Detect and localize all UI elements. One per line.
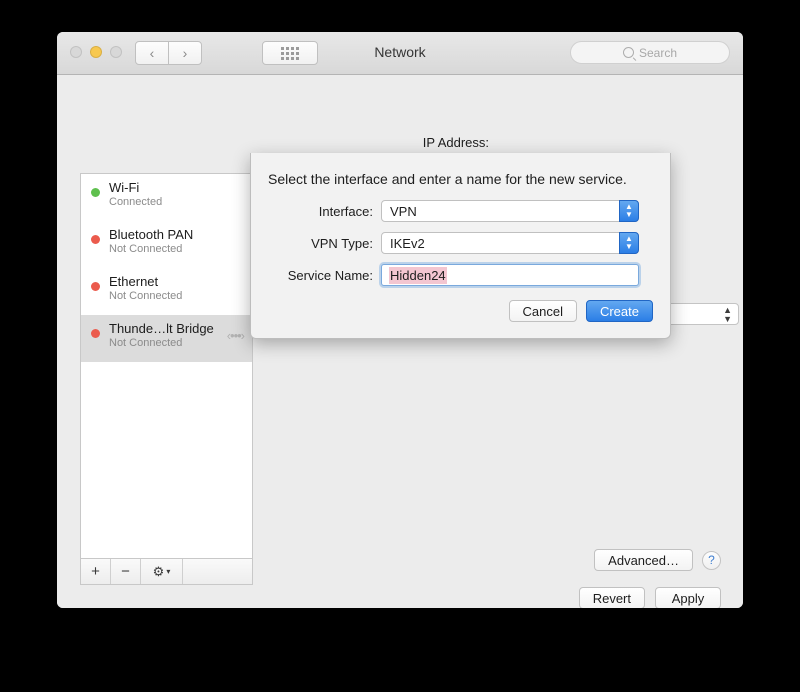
advanced-button[interactable]: Advanced… [594, 549, 693, 571]
status-dot-icon [91, 188, 100, 197]
advanced-row: Advanced… ? [594, 549, 721, 571]
interface-popup-button[interactable]: VPN ▲ ▼ [381, 200, 639, 222]
cancel-button[interactable]: Cancel [509, 300, 577, 322]
add-service-button[interactable]: + [81, 559, 111, 584]
new-service-sheet: Select the interface and enter a name fo… [250, 153, 671, 339]
service-status: Connected [109, 196, 244, 208]
service-status: Not Connected [109, 290, 244, 302]
remove-service-button[interactable]: − [111, 559, 141, 584]
service-action-menu-button[interactable]: ⚙ ▾ [141, 559, 183, 584]
service-status: Not Connected [109, 243, 244, 255]
list-item[interactable]: Ethernet Not Connected [81, 268, 252, 315]
help-button[interactable]: ? [702, 551, 721, 570]
window-titlebar: ‹ › Network Search [57, 32, 743, 75]
stepper-arrows-icon[interactable]: ▲ ▼ [619, 200, 639, 222]
list-item[interactable]: Thunde…lt Bridge Not Connected ‹•••› [81, 315, 252, 362]
search-placeholder: Search [639, 46, 677, 60]
list-item[interactable]: Wi-Fi Connected [81, 174, 252, 221]
interface-row: Interface: VPN ▲ ▼ [251, 200, 670, 222]
service-name: Ethernet [109, 274, 244, 289]
interface-value: VPN [390, 204, 417, 219]
service-name: Thunde…lt Bridge [109, 321, 244, 336]
network-preferences-window: ‹ › Network Search Wi-Fi Connected [57, 32, 743, 608]
service-name-value: Hidden24 [389, 267, 447, 284]
service-list-toolbar: + − ⚙ ▾ [81, 558, 252, 584]
sheet-title: Select the interface and enter a name fo… [268, 171, 627, 187]
service-name-row: Service Name: Hidden24 [251, 264, 670, 286]
service-name: Bluetooth PAN [109, 227, 244, 242]
vpn-type-label: VPN Type: [251, 236, 381, 251]
field-label: IP Address: [319, 135, 497, 150]
interface-label: Interface: [251, 204, 381, 219]
window-body: Wi-Fi Connected Bluetooth PAN Not Connec… [57, 75, 743, 608]
chevron-down-icon: ▾ [166, 567, 170, 576]
service-name-input[interactable]: Hidden24 [381, 264, 639, 286]
service-status: Not Connected [109, 337, 244, 349]
disclosure-chevrons-icon: ‹•••› [227, 328, 244, 343]
gear-icon: ⚙ [153, 564, 165, 580]
create-button[interactable]: Create [586, 300, 653, 322]
vpn-type-popup-button[interactable]: IKEv2 ▲ ▼ [381, 232, 639, 254]
stepper-down-icon: ▼ [625, 243, 633, 251]
stepper-arrows-icon: ▲▼ [723, 306, 732, 324]
vpn-type-row: VPN Type: IKEv2 ▲ ▼ [251, 232, 670, 254]
stepper-arrows-icon[interactable]: ▲ ▼ [619, 232, 639, 254]
window-footer-buttons: Revert Apply [579, 587, 721, 608]
list-item[interactable]: Bluetooth PAN Not Connected [81, 221, 252, 268]
toolbar-filler [183, 559, 252, 584]
search-input[interactable]: Search [570, 41, 730, 64]
status-dot-icon [91, 329, 100, 338]
service-rows: Wi-Fi Connected Bluetooth PAN Not Connec… [81, 174, 252, 362]
sheet-buttons: Cancel Create [509, 300, 654, 322]
search-icon [623, 47, 634, 58]
service-name-label: Service Name: [251, 268, 381, 283]
stepper-down-icon: ▼ [625, 211, 633, 219]
network-services-list[interactable]: Wi-Fi Connected Bluetooth PAN Not Connec… [80, 173, 253, 585]
status-dot-icon [91, 235, 100, 244]
status-dot-icon [91, 282, 100, 291]
apply-button[interactable]: Apply [655, 587, 721, 608]
vpn-type-value: IKEv2 [390, 236, 425, 251]
service-name: Wi-Fi [109, 180, 244, 195]
revert-button[interactable]: Revert [579, 587, 645, 608]
